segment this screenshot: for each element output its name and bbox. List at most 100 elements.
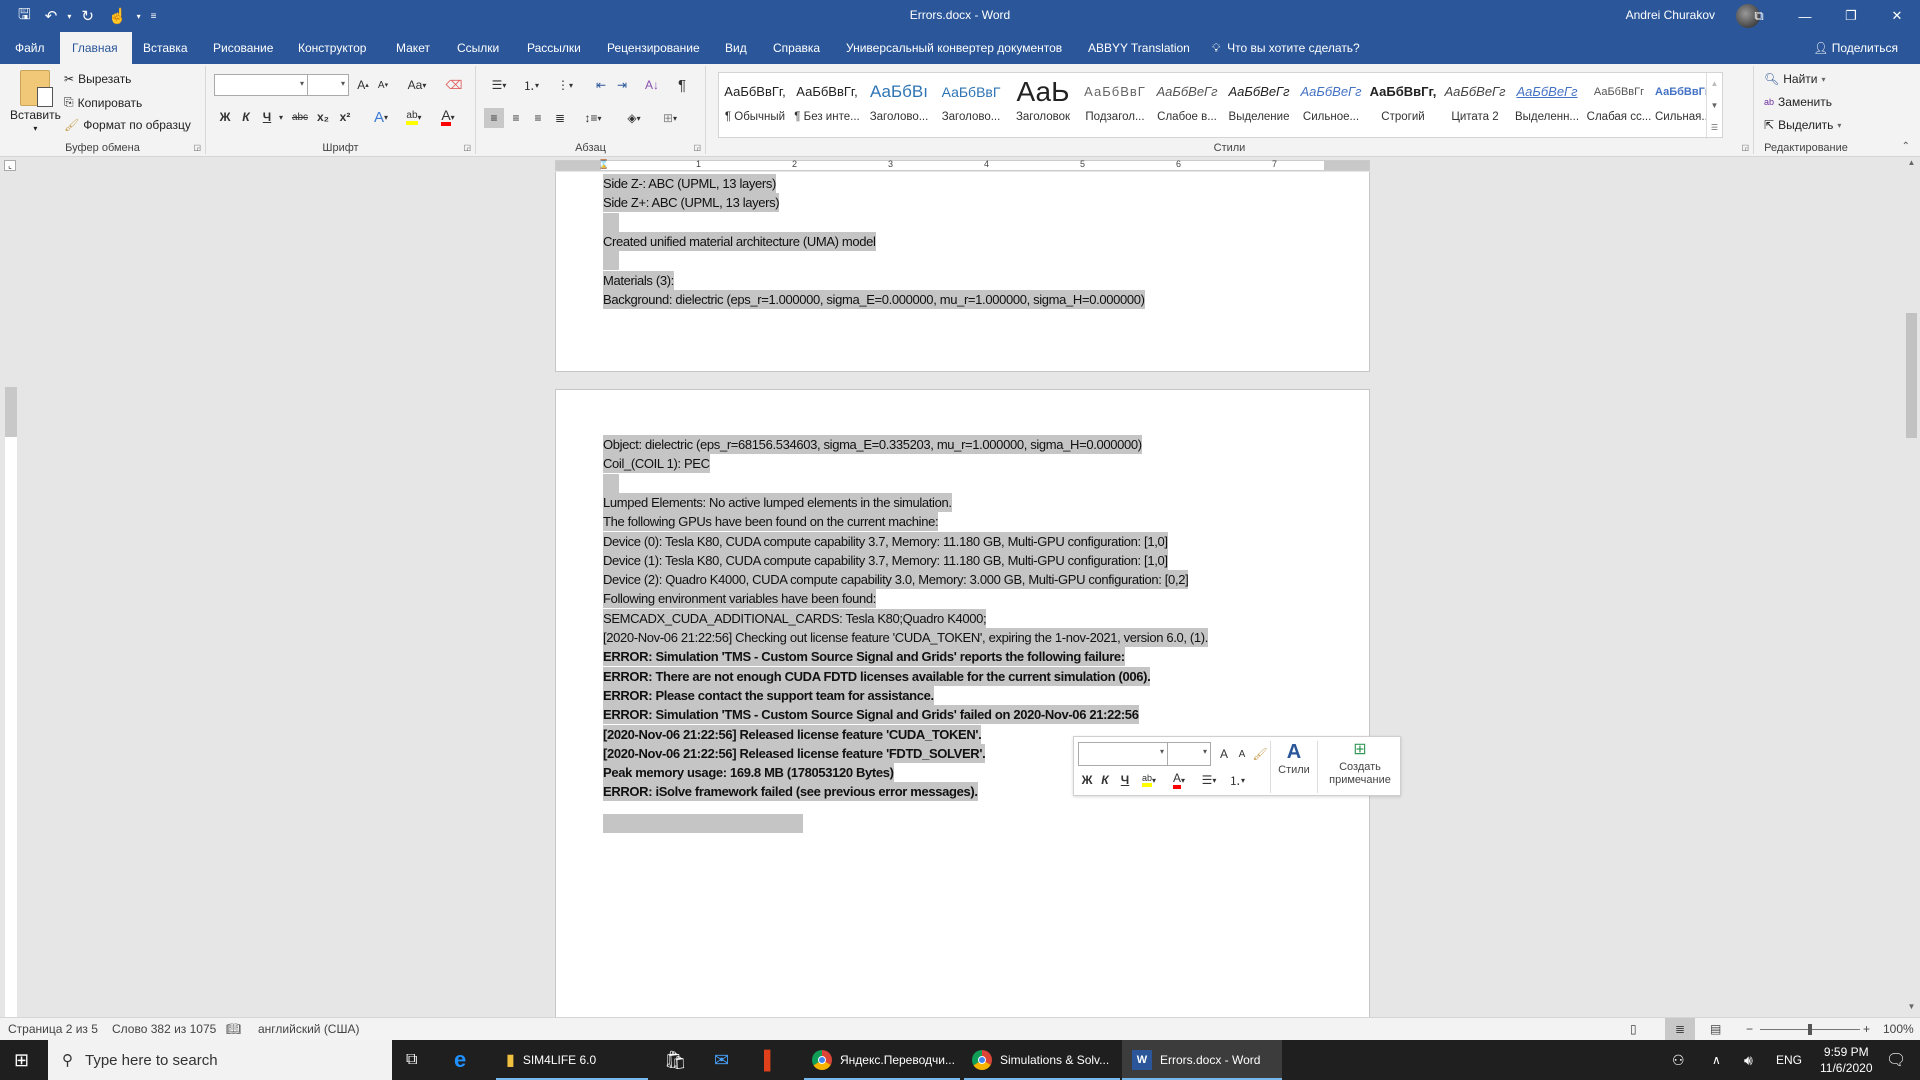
taskbar-app-word[interactable]: W Errors.docx - Word [1122, 1040, 1282, 1080]
change-case-button[interactable]: Aa ▾ [402, 75, 432, 95]
tab-insert[interactable]: Вставка [131, 32, 200, 64]
store-icon[interactable]: 🛍︎ [664, 1040, 687, 1080]
mini-bullets-icon[interactable]: ☰ ▾ [1196, 770, 1222, 790]
dialog-launcher-icon[interactable]: ◲ [463, 143, 471, 152]
clock[interactable]: 9:59 PM 11/6/2020 [1820, 1040, 1873, 1080]
cut-button[interactable]: ✂ Вырезать [64, 72, 131, 86]
font-color-button[interactable]: A ▾ [434, 107, 462, 127]
format-painter-icon[interactable]: 🖌︎ [1252, 744, 1268, 764]
volume-icon[interactable]: 🔊︎ [1744, 1040, 1753, 1080]
italic-button[interactable]: К [239, 107, 253, 127]
indent-marker-icon[interactable]: ⌛ [598, 159, 609, 170]
style-no-spacing[interactable]: АаБбВвГг, ¶ Без инте... [791, 73, 863, 139]
input-language[interactable]: ENG [1776, 1040, 1802, 1080]
mini-italic-button[interactable]: К [1098, 770, 1112, 790]
paste-button[interactable]: Вставить ▾ [10, 70, 61, 133]
close-button[interactable]: ✕ [1874, 0, 1920, 32]
word-count[interactable]: Слово 382 из 1075 [112, 1022, 216, 1036]
copy-button[interactable]: ⎘ Копировать [64, 95, 142, 110]
increase-indent-icon[interactable]: ⇥ [612, 75, 632, 95]
numbering-icon[interactable]: ⒈ ▾ [518, 75, 544, 95]
user-name[interactable]: Andrei Churakov [1626, 8, 1715, 22]
scroll-down-icon[interactable]: ▼ [1903, 1002, 1920, 1016]
tab-design[interactable]: Конструктор [286, 32, 378, 64]
read-mode-icon[interactable]: ▯ [1630, 1022, 1637, 1036]
proofing-icon[interactable]: 📖︎ [226, 1022, 241, 1036]
strikethrough-button[interactable]: abc [290, 107, 310, 127]
grow-font-icon[interactable]: A [1216, 744, 1232, 764]
tab-file[interactable]: Файл [3, 32, 57, 64]
style-normal[interactable]: АаБбВвГг, ¶ Обычный [719, 73, 791, 139]
tab-universal-converter[interactable]: Универсальный конвертер документов [834, 32, 1074, 64]
format-painter-button[interactable]: 🖌︎ Формат по образцу [64, 118, 191, 132]
style-subtitle[interactable]: АаБбВвГ Подзагол... [1079, 73, 1151, 139]
style-subtle-emphasis[interactable]: АаБбВеГг Слабое в... [1151, 73, 1223, 139]
shrink-font-icon[interactable]: A [1234, 744, 1250, 764]
taskbar-app-yandex-translate[interactable]: Яндекс.Переводчи... [804, 1040, 960, 1080]
bullets-icon[interactable]: ☰ ▾ [486, 75, 512, 95]
language-indicator[interactable]: английский (США) [258, 1022, 359, 1036]
clear-formatting-icon[interactable]: ⌫ [444, 75, 464, 95]
mini-underline-button[interactable]: Ч [1118, 770, 1132, 790]
tab-selector-icon[interactable]: ⌞ [4, 160, 16, 171]
select-button[interactable]: ⇱ Выделить ▾ [1764, 118, 1841, 132]
justify-icon[interactable]: ≣ [550, 108, 570, 128]
tab-home[interactable]: Главная [60, 32, 132, 64]
style-subtle-reference[interactable]: АаБбВвГг Слабая сс... [1583, 73, 1655, 139]
dialog-launcher-icon[interactable]: ◲ [693, 143, 701, 152]
share-button[interactable]: 👤︎ Поделиться [1813, 32, 1898, 64]
font-size-combo[interactable]: ▾ [307, 74, 349, 96]
scrollbar-thumb[interactable] [1906, 313, 1917, 438]
replace-button[interactable]: ab Заменить [1764, 95, 1832, 109]
zoom-slider-thumb[interactable] [1808, 1024, 1812, 1035]
paste-dropdown-icon[interactable]: ▾ [33, 124, 37, 133]
page-count[interactable]: Страница 2 из 5 [8, 1022, 98, 1036]
mini-numbering-icon[interactable]: ⒈ ▾ [1224, 770, 1250, 790]
tab-review[interactable]: Рецензирование [595, 32, 712, 64]
find-button[interactable]: 🔍︎ Найти ▾ [1764, 72, 1826, 86]
styles-gallery-scroll[interactable]: ▲ ▼ ☰ [1706, 73, 1722, 139]
style-strong[interactable]: АаБбВвГг, Строгий [1367, 73, 1439, 139]
tab-draw[interactable]: Рисование [201, 32, 285, 64]
tab-mailings[interactable]: Рассылки [515, 32, 593, 64]
align-left-icon[interactable]: ≡ [484, 108, 504, 128]
tab-references[interactable]: Ссылки [445, 32, 511, 64]
text-effects-icon[interactable]: A ▾ [368, 107, 394, 127]
taskbar-app-sim4life[interactable]: ▮ SIM4LIFE 6.0 [496, 1040, 648, 1080]
underline-button[interactable]: Ч [260, 107, 274, 127]
tab-layout[interactable]: Макет [384, 32, 442, 64]
notifications-icon[interactable]: 🗨︎ [1886, 1040, 1906, 1080]
mini-highlight-button[interactable]: ab ▾ [1136, 770, 1162, 790]
zoom-in-button[interactable]: + [1863, 1022, 1870, 1036]
style-intense-reference[interactable]: АаБбВвГг, Сильная... [1655, 73, 1707, 139]
underline-dropdown-icon[interactable]: ▾ [276, 107, 286, 127]
scroll-up-icon[interactable]: ▲ [1903, 158, 1920, 172]
vertical-scrollbar[interactable]: ▲ ▼ [1903, 158, 1920, 1016]
font-name-combo[interactable]: ▾ [214, 74, 308, 96]
mini-styles-button[interactable]: A Стили [1274, 741, 1314, 776]
tab-view[interactable]: Вид [713, 32, 759, 64]
new-comment-button[interactable]: ⊞ Создать примечание [1322, 739, 1398, 787]
subscript-button[interactable]: x₂ [314, 107, 332, 127]
web-layout-icon[interactable]: ▤ [1710, 1022, 1721, 1036]
zoom-slider[interactable] [1760, 1024, 1860, 1035]
align-center-icon[interactable]: ≡ [506, 108, 526, 128]
print-layout-icon[interactable]: ≣ [1665, 1018, 1695, 1040]
dialog-launcher-icon[interactable]: ◲ [193, 143, 201, 152]
tab-help[interactable]: Справка [761, 32, 832, 64]
style-title[interactable]: АаЬ Заголовок [1007, 73, 1079, 139]
mini-font-color-button[interactable]: A ▾ [1166, 770, 1192, 790]
grow-font-icon[interactable]: A ▴ [354, 75, 372, 95]
shrink-font-icon[interactable]: A ▾ [374, 75, 392, 95]
style-intense-emphasis[interactable]: АаБбВеГг Сильное... [1295, 73, 1367, 139]
shading-icon[interactable]: ◈ ▾ [620, 108, 648, 128]
office-icon[interactable]: ▌ [764, 1040, 777, 1080]
tab-abbyy-translation[interactable]: ABBYY Translation [1076, 32, 1202, 64]
decrease-indent-icon[interactable]: ⇤ [591, 75, 611, 95]
line-spacing-icon[interactable]: ↕≡ ▾ [580, 108, 606, 128]
sort-icon[interactable]: A↓ [642, 75, 662, 95]
style-quote[interactable]: АаБбВеГг Цитата 2 [1439, 73, 1511, 139]
start-button[interactable]: ⊞ [14, 1040, 29, 1080]
horizontal-ruler[interactable]: ⌞ 1 2 3 4 5 6 7 ⌛ [0, 158, 1920, 172]
ribbon-display-options-button[interactable]: ⧉ [1736, 0, 1782, 32]
